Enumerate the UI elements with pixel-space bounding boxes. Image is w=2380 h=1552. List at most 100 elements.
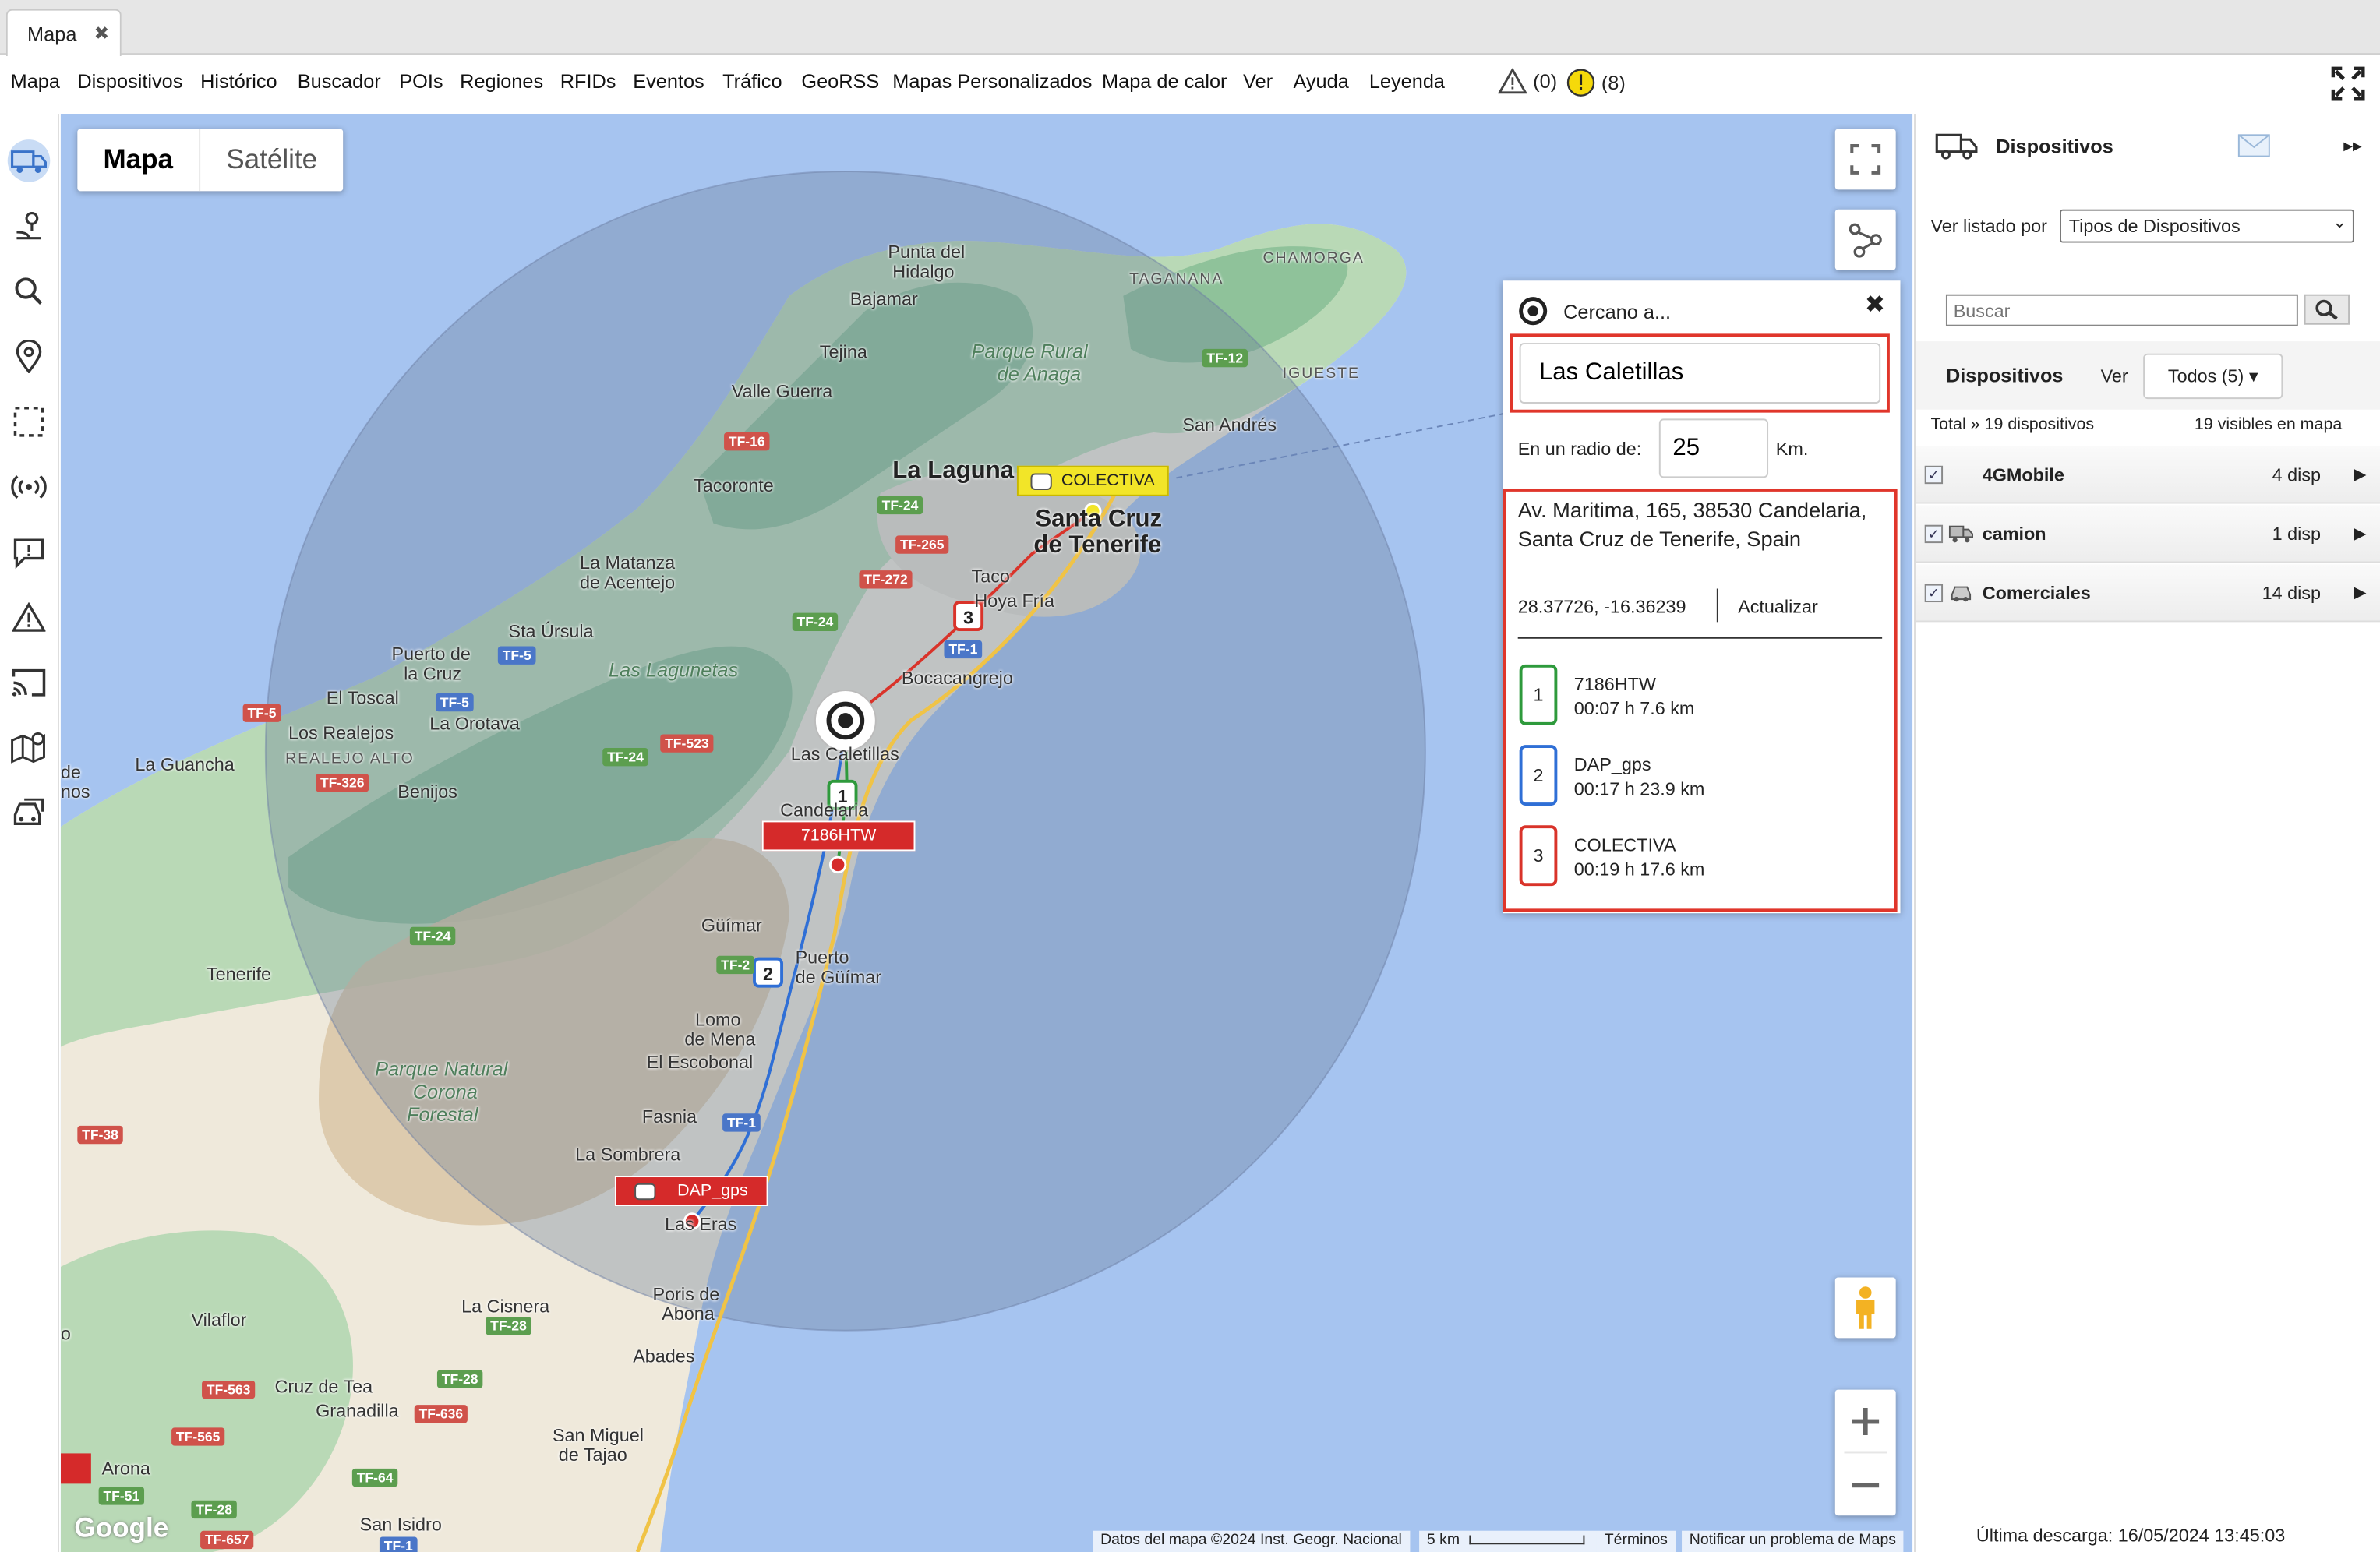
radius-input[interactable]: [1658, 418, 1769, 478]
map-place-label: de Mena: [684, 1028, 756, 1050]
zoom-out-button[interactable]: [1835, 1453, 1896, 1515]
route-marker-3[interactable]: 3: [963, 607, 973, 627]
search-button[interactable]: [2304, 294, 2350, 325]
terms-link[interactable]: Términos: [1596, 1530, 1676, 1552]
road-shield: TF-1: [944, 640, 983, 659]
report-problem-link[interactable]: Notificar un problema de Maps: [1682, 1530, 1904, 1552]
nearby-search-input[interactable]: [1519, 343, 1881, 404]
tab-mapa[interactable]: Mapa ✖: [5, 9, 122, 57]
menu-historico[interactable]: Histórico: [200, 70, 277, 93]
menu-mapa[interactable]: Mapa: [11, 70, 60, 93]
map-place-label: Benijos: [397, 781, 457, 803]
caret-right-icon[interactable]: ▶: [2354, 524, 2366, 543]
menu-ayuda[interactable]: Ayuda: [1293, 70, 1348, 93]
exclamation-icon: [1566, 69, 1595, 97]
route-icon[interactable]: [8, 205, 51, 248]
device-group-row[interactable]: ✓ 4GMobile 4 disp ▶: [1915, 446, 2380, 504]
map-place-label: Tejina: [819, 341, 867, 363]
device-group-row[interactable]: ✓ camion 1 disp ▶: [1915, 505, 2380, 563]
route-marker-2[interactable]: 2: [763, 964, 773, 984]
result-name: COLECTIVA: [1573, 834, 1676, 856]
map-place-label: Fasnia: [641, 1106, 697, 1127]
group-checkbox[interactable]: ✓: [1924, 465, 1944, 485]
device-group-row[interactable]: ✓ Comerciales 14 disp ▶: [1915, 564, 2380, 623]
device-search-input[interactable]: [1945, 294, 2298, 326]
collapse-panel-button[interactable]: ▸▸: [2343, 135, 2361, 156]
traffic-icon[interactable]: [8, 792, 51, 834]
road-shield: TF-523: [660, 734, 714, 753]
map-fullscreen-button[interactable]: [1834, 129, 1896, 190]
menu-regiones[interactable]: Regiones: [460, 70, 543, 93]
radius-unit: Km.: [1775, 438, 1809, 460]
vehicle-name: 7186HTW: [800, 827, 877, 845]
caret-right-icon[interactable]: ▶: [2354, 464, 2366, 484]
group-checkbox[interactable]: ✓: [1924, 524, 1944, 544]
map-place-label: La Sombrera: [575, 1144, 681, 1166]
search-icon[interactable]: [8, 270, 51, 313]
map-place-label: de Acentejo: [580, 572, 676, 594]
menu-trafico[interactable]: Tráfico: [722, 70, 782, 93]
warning-icon[interactable]: [8, 596, 51, 639]
vehicle-label-colectiva[interactable]: COLECTIVA: [1016, 465, 1169, 496]
map-pin-icon[interactable]: [8, 727, 51, 770]
chevron-down-icon: ⌄: [2332, 213, 2347, 232]
menu-dispositivos[interactable]: Dispositivos: [77, 70, 182, 93]
menu-buscador[interactable]: Buscador: [298, 70, 381, 93]
map-place-label: Bocacangrejo: [901, 667, 1013, 690]
close-icon[interactable]: ✖: [94, 23, 110, 44]
map-place-label: Las Lagunetas: [609, 658, 739, 682]
map-place-label: Punta del: [888, 241, 966, 263]
group-checkbox[interactable]: ✓: [1924, 584, 1944, 603]
map-place-label: Tenerife: [206, 963, 272, 985]
warning-alerts[interactable]: (0): [1498, 68, 1557, 94]
list-by-select[interactable]: Tipos de Dispositivos ⌄: [2060, 209, 2354, 243]
info-alerts[interactable]: (8): [1566, 69, 1626, 97]
map-place-label: la Cruz: [404, 662, 462, 685]
map-place-label: de Tenerife: [1033, 532, 1162, 559]
mail-icon[interactable]: [2237, 133, 2271, 157]
menu-leyenda[interactable]: Leyenda: [1369, 70, 1445, 93]
road-shield: TF-12: [1202, 348, 1248, 368]
map-place-label: Forestal: [406, 1102, 478, 1126]
nearby-result-item[interactable]: 3 COLECTIVA 00:19 h 17.6 km: [1519, 825, 1884, 889]
map-place-label: Puerto de: [391, 643, 471, 665]
fullscreen-icon[interactable]: [2331, 66, 2365, 101]
map-place-label: Candelaria: [780, 799, 869, 821]
map-place-label: IGUESTE: [1282, 365, 1360, 383]
menu-ver[interactable]: Ver: [1243, 70, 1273, 93]
pin-icon[interactable]: [8, 335, 51, 378]
map-place-label: San Isidro: [359, 1514, 442, 1536]
update-link[interactable]: Actualizar: [1738, 596, 1818, 617]
menu-rfids[interactable]: RFIDs: [560, 70, 616, 93]
zoom-in-button[interactable]: [1835, 1390, 1896, 1452]
nearby-panel: Cercano a... ✖ En un radio de: Km. Av. M…: [1503, 280, 1901, 914]
map-place-label: de Tajao: [558, 1444, 627, 1466]
caret-right-icon[interactable]: ▶: [2354, 583, 2366, 602]
cast-icon[interactable]: [8, 661, 51, 704]
route-tool-button[interactable]: [1834, 209, 1896, 270]
vehicle-label-dap-gps[interactable]: DAP_gps: [614, 1176, 768, 1207]
close-icon[interactable]: ✖: [1865, 290, 1885, 320]
map-place-label: TAGANANA: [1129, 271, 1224, 288]
message-icon[interactable]: [8, 531, 51, 574]
menu-eventos[interactable]: Eventos: [633, 70, 704, 93]
map-place-label: Abona: [662, 1303, 715, 1324]
antenna-icon[interactable]: [8, 466, 51, 509]
street-view-button[interactable]: [1834, 1277, 1896, 1339]
result-number: 2: [1519, 745, 1558, 806]
map-type-map-button[interactable]: Mapa: [77, 129, 201, 192]
menu-pois[interactable]: POIs: [399, 70, 443, 93]
truck-icon[interactable]: [7, 139, 51, 182]
map-type-satellite-button[interactable]: Satélite: [200, 129, 343, 192]
vehicle-label-7186htw[interactable]: 7186HTW: [761, 820, 916, 852]
fullscreen-icon: [1850, 143, 1881, 175]
selection-icon[interactable]: [8, 400, 51, 443]
menu-georss[interactable]: GeoRSS: [801, 70, 879, 93]
devices-subheader: Dispositivos Ver Todos (5) ▾: [1915, 341, 2380, 410]
map-place-label: CHAMORGA: [1262, 250, 1365, 267]
filter-dropdown[interactable]: Todos (5) ▾: [2143, 353, 2283, 400]
menu-mapa-de-calor[interactable]: Mapa de calor: [1102, 70, 1227, 93]
nearby-result-item[interactable]: 2 DAP_gps 00:17 h 23.9 km: [1519, 745, 1884, 809]
nearby-result-item[interactable]: 1 7186HTW 00:07 h 7.6 km: [1519, 664, 1884, 728]
menu-mapas-personalizados[interactable]: Mapas Personalizados: [892, 70, 1092, 93]
